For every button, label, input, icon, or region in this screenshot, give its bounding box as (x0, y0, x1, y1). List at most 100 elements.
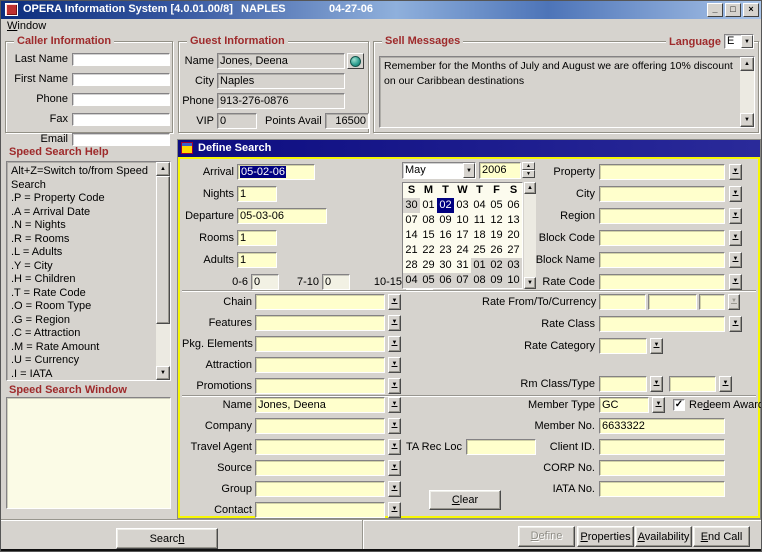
calendar-day-cell[interactable]: 05 (420, 273, 437, 288)
profile-field-input[interactable]: Jones, Deena (255, 397, 385, 413)
list-of-values-button[interactable]: ▼ (650, 338, 663, 354)
profile-field-input[interactable] (255, 418, 385, 434)
calendar-day-cell[interactable]: 07 (454, 273, 471, 288)
calendar-day-cell[interactable]: 02 (437, 198, 454, 213)
rate-from-field[interactable] (599, 294, 646, 310)
calendar-day-cell[interactable]: 03 (454, 198, 471, 213)
guest-vip-field[interactable]: 0 (217, 113, 257, 129)
list-of-values-button[interactable]: ▼ (729, 316, 742, 332)
scroll-down-icon[interactable]: ▼ (740, 113, 754, 127)
calendar-day-cell[interactable]: 14 (403, 228, 420, 243)
chevron-down-icon[interactable]: ▼ (463, 163, 475, 178)
list-of-values-button[interactable]: ▼ (388, 336, 401, 352)
sell-message-textarea[interactable]: Remember for the Months of July and Augu… (379, 56, 755, 128)
age-0-6-field[interactable]: 0 (251, 274, 279, 290)
list-of-values-button[interactable]: ▼ (729, 252, 742, 268)
guest-city-field[interactable]: Naples (217, 73, 345, 89)
calendar-day-cell[interactable]: 10 (454, 213, 471, 228)
clear-button[interactable]: Clear (429, 490, 501, 510)
caller-field-input[interactable] (72, 93, 170, 106)
member-no-field[interactable]: 6633322 (599, 418, 725, 434)
list-of-values-button[interactable]: ▼ (650, 376, 663, 392)
scroll-down-icon[interactable]: ▼ (156, 366, 170, 380)
list-of-values-button[interactable]: ▼ (729, 164, 742, 180)
end-call-button[interactable]: End Call (693, 526, 750, 547)
calendar-day-cell[interactable]: 08 (420, 213, 437, 228)
search-button[interactable]: Search (116, 528, 218, 549)
list-of-values-button[interactable]: ▼ (388, 397, 401, 413)
month-combobox[interactable]: May▼ (402, 162, 476, 179)
arrival-field[interactable]: 05-02-06 (237, 164, 315, 180)
age-7-10-field[interactable]: 0 (322, 274, 350, 290)
rate-to-field[interactable] (648, 294, 697, 310)
minimize-icon[interactable]: _ (707, 3, 723, 17)
list-of-values-button[interactable]: ▼ (388, 502, 401, 518)
list-of-values-button[interactable]: ▼ (729, 208, 742, 224)
calendar-day-cell[interactable]: 16 (437, 228, 454, 243)
points-avail-field[interactable]: 16500 (325, 113, 369, 129)
profile-field-input[interactable] (255, 439, 385, 455)
client-id-field[interactable] (599, 439, 725, 455)
caller-field-input[interactable] (72, 53, 170, 66)
list-of-values-button[interactable]: ▼ (388, 418, 401, 434)
location-field-input[interactable] (599, 186, 725, 202)
caller-field-input[interactable] (72, 73, 170, 86)
calendar-day-cell[interactable]: 24 (454, 243, 471, 258)
calendar-day-cell[interactable]: 22 (420, 243, 437, 258)
calendar-day-cell[interactable]: 21 (403, 243, 420, 258)
rate-currency-field[interactable] (699, 294, 725, 310)
calendar-day-cell[interactable]: 30 (403, 198, 420, 213)
calendar-day-cell[interactable]: 30 (437, 258, 454, 273)
calendar-day-cell[interactable]: 17 (454, 228, 471, 243)
language-combobox[interactable]: E▼ (724, 34, 754, 49)
calendar-day-cell[interactable]: 06 (437, 273, 454, 288)
adults-field[interactable]: 1 (237, 252, 277, 268)
nights-field[interactable]: 1 (237, 186, 277, 202)
profile-lookup-button[interactable] (347, 53, 364, 69)
caller-field-input[interactable] (72, 133, 170, 146)
list-of-values-button[interactable]: ▼ (729, 230, 742, 246)
list-of-values-button[interactable]: ▼ (729, 186, 742, 202)
calendar-day-cell[interactable]: 01 (420, 198, 437, 213)
iata-no-field[interactable] (599, 481, 725, 497)
list-of-values-button[interactable]: ▼ (719, 376, 732, 392)
rm-class-field[interactable] (599, 376, 647, 392)
calendar-day-cell[interactable]: 31 (454, 258, 471, 273)
list-of-values-button[interactable]: ▼ (729, 274, 742, 290)
speed-search-input[interactable] (6, 397, 171, 509)
list-of-values-button[interactable]: ▼ (388, 481, 401, 497)
departure-field[interactable]: 05-03-06 (237, 208, 327, 224)
rate-category-field[interactable] (599, 338, 647, 354)
close-icon[interactable]: × (743, 3, 759, 17)
caller-field-input[interactable] (72, 113, 170, 126)
scrollbar-thumb[interactable] (156, 176, 170, 324)
location-field-input[interactable] (599, 274, 725, 290)
rm-type-field[interactable] (669, 376, 716, 392)
guest-name-field[interactable]: Jones, Deena (217, 53, 345, 69)
calendar-day-cell[interactable]: 28 (403, 258, 420, 273)
calendar-day-cell[interactable]: 15 (420, 228, 437, 243)
calendar-day-cell[interactable]: 07 (403, 213, 420, 228)
profile-field-input[interactable] (255, 502, 385, 518)
location-field-input[interactable] (599, 230, 725, 246)
guest-phone-field[interactable]: 913-276-0876 (217, 93, 345, 109)
maximize-icon[interactable]: □ (725, 3, 741, 17)
attribute-field-input[interactable] (255, 357, 385, 373)
member-type-field[interactable]: GC (599, 397, 649, 413)
availability-button[interactable]: Availability (635, 526, 692, 547)
calendar-day-cell[interactable]: 29 (420, 258, 437, 273)
rooms-field[interactable]: 1 (237, 230, 277, 246)
list-of-values-button[interactable]: ▼ (388, 294, 401, 310)
profile-field-input[interactable] (255, 481, 385, 497)
chevron-down-icon[interactable]: ▼ (741, 35, 753, 48)
list-of-values-button[interactable]: ▼ (652, 397, 665, 413)
rate-class-field[interactable] (599, 316, 725, 332)
attribute-field-input[interactable] (255, 336, 385, 352)
scroll-up-icon[interactable]: ▲ (156, 162, 170, 176)
list-of-values-button[interactable]: ▼ (388, 460, 401, 476)
list-of-values-button[interactable]: ▼ (388, 357, 401, 373)
location-field-input[interactable] (599, 208, 725, 224)
calendar-day-cell[interactable]: 09 (437, 213, 454, 228)
redeem-award-checkbox[interactable]: ✓ (673, 399, 685, 411)
help-list-scrollbar[interactable]: ▲ ▼ (156, 162, 170, 380)
